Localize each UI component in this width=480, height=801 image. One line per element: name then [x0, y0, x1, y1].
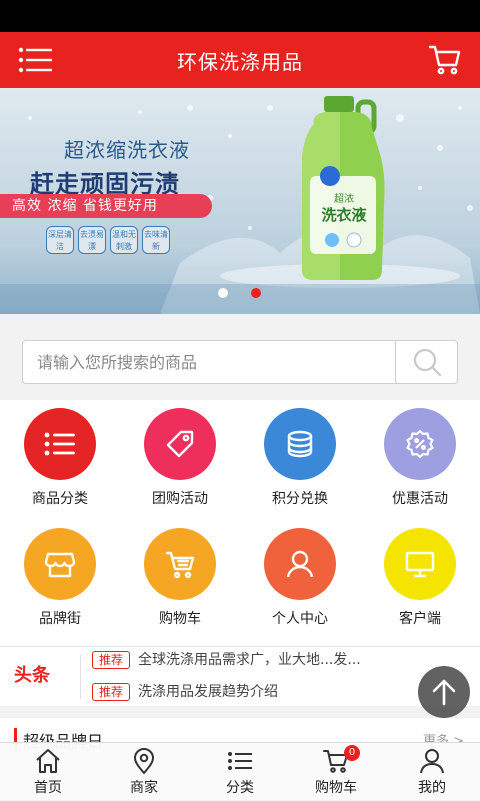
menu-item-label: 商品分类	[32, 491, 88, 507]
menu-item-personal-center[interactable]: 个人中心	[240, 520, 360, 640]
menu-item-label: 团购活动	[152, 491, 208, 507]
menu-item-shopping-cart[interactable]: 购物车	[120, 520, 240, 640]
tab-label: 分类	[226, 780, 254, 796]
menu-item-label: 个人中心	[272, 611, 328, 627]
tab-profile[interactable]: 我的	[384, 743, 480, 801]
status-bar	[0, 0, 480, 32]
discount-icon	[384, 408, 456, 480]
feature-tag: 去味清新	[142, 226, 170, 254]
location-pin-icon	[134, 748, 154, 774]
news-item[interactable]: 推荐 全球洗涤用品需求广，业大地...发...	[92, 649, 361, 669]
arrow-up-icon	[432, 679, 456, 706]
tab-label: 我的	[418, 780, 446, 796]
menu-item-brand-street[interactable]: 品牌街	[0, 520, 120, 640]
list-icon	[228, 752, 252, 770]
feature-tag: 去渍易漂	[78, 226, 106, 254]
menu-item-label: 优惠活动	[392, 491, 448, 507]
bottle-label: 洗衣液	[321, 206, 367, 224]
tab-label: 商家	[130, 780, 158, 796]
home-icon	[36, 749, 60, 773]
menu-item-label: 购物车	[159, 611, 201, 627]
detergent-bottle-image: 超浓 洗衣液	[302, 96, 385, 280]
feature-tag: 温和无刺激	[110, 226, 138, 254]
carousel-dot[interactable]	[218, 288, 228, 298]
bottom-tab-bar: 首页 商家 分类 0 购物车 我的	[0, 742, 480, 800]
list-icon	[24, 408, 96, 480]
menu-item-label: 积分兑换	[272, 491, 328, 507]
tab-label: 购物车	[315, 780, 357, 796]
banner-feature-tags: 深层清洁 去渍易漂 温和无刺激 去味清新	[46, 226, 170, 254]
user-icon	[264, 528, 336, 600]
news-text: 洗涤用品发展趋势介绍	[138, 684, 279, 700]
banner-headline: 超浓缩洗衣液	[64, 138, 190, 162]
news-brand: 头条	[14, 665, 50, 686]
search-bar	[22, 340, 458, 384]
tab-merchants[interactable]: 商家	[96, 743, 192, 801]
store-icon	[24, 528, 96, 600]
feature-menu-grid: 商品分类 团购活动 积分兑换 优惠活动 品牌街 购物车 个人中心 客户端	[0, 400, 480, 646]
news-text: 全球洗涤用品需求广，业大地...发...	[138, 652, 361, 668]
scroll-to-top-button[interactable]	[418, 666, 470, 718]
tag-icon	[144, 408, 216, 480]
divider	[80, 655, 81, 699]
menu-item-group-buy[interactable]: 团购活动	[120, 400, 240, 520]
app-header: 环保洗涤用品	[0, 32, 480, 88]
news-tag: 推荐	[92, 651, 131, 669]
menu-item-promotions[interactable]: 优惠活动	[360, 400, 480, 520]
cart-icon[interactable]	[428, 42, 462, 76]
menu-item-points-exchange[interactable]: 积分兑换	[240, 400, 360, 520]
tab-cart[interactable]: 0 购物车	[288, 743, 384, 801]
search-icon[interactable]	[395, 341, 457, 383]
bottle-sublabel: 超浓	[334, 192, 354, 205]
tab-home[interactable]: 首页	[0, 743, 96, 801]
cart-icon	[144, 528, 216, 600]
menu-item-label: 品牌街	[39, 611, 81, 627]
news-ticker[interactable]: 头条 推荐 全球洗涤用品需求广，业大地...发... 推荐 洗涤用品发展趋势介绍	[0, 646, 480, 706]
menu-item-categories[interactable]: 商品分类	[0, 400, 120, 520]
feature-tag: 深层清洁	[46, 226, 74, 254]
search-input[interactable]	[23, 341, 395, 383]
banner-ribbon: 高效 浓缩 省钱更好用	[0, 194, 212, 218]
tab-categories[interactable]: 分类	[192, 743, 288, 801]
user-icon	[420, 749, 444, 774]
news-tag: 推荐	[92, 683, 131, 701]
monitor-icon	[384, 528, 456, 600]
coins-icon	[264, 408, 336, 480]
news-item[interactable]: 推荐 洗涤用品发展趋势介绍	[92, 681, 278, 701]
promo-banner[interactable]: 超浓缩洗衣液 赶走顽固污渍 高效 浓缩 省钱更好用 深层清洁 去渍易漂 温和无刺…	[0, 88, 480, 314]
carousel-dot-active[interactable]	[251, 288, 261, 298]
menu-item-client[interactable]: 客户端	[360, 520, 480, 640]
page-title: 环保洗涤用品	[177, 50, 303, 74]
menu-item-label: 客户端	[399, 611, 441, 627]
cart-count-badge: 0	[344, 745, 360, 761]
tab-label: 首页	[34, 780, 62, 796]
